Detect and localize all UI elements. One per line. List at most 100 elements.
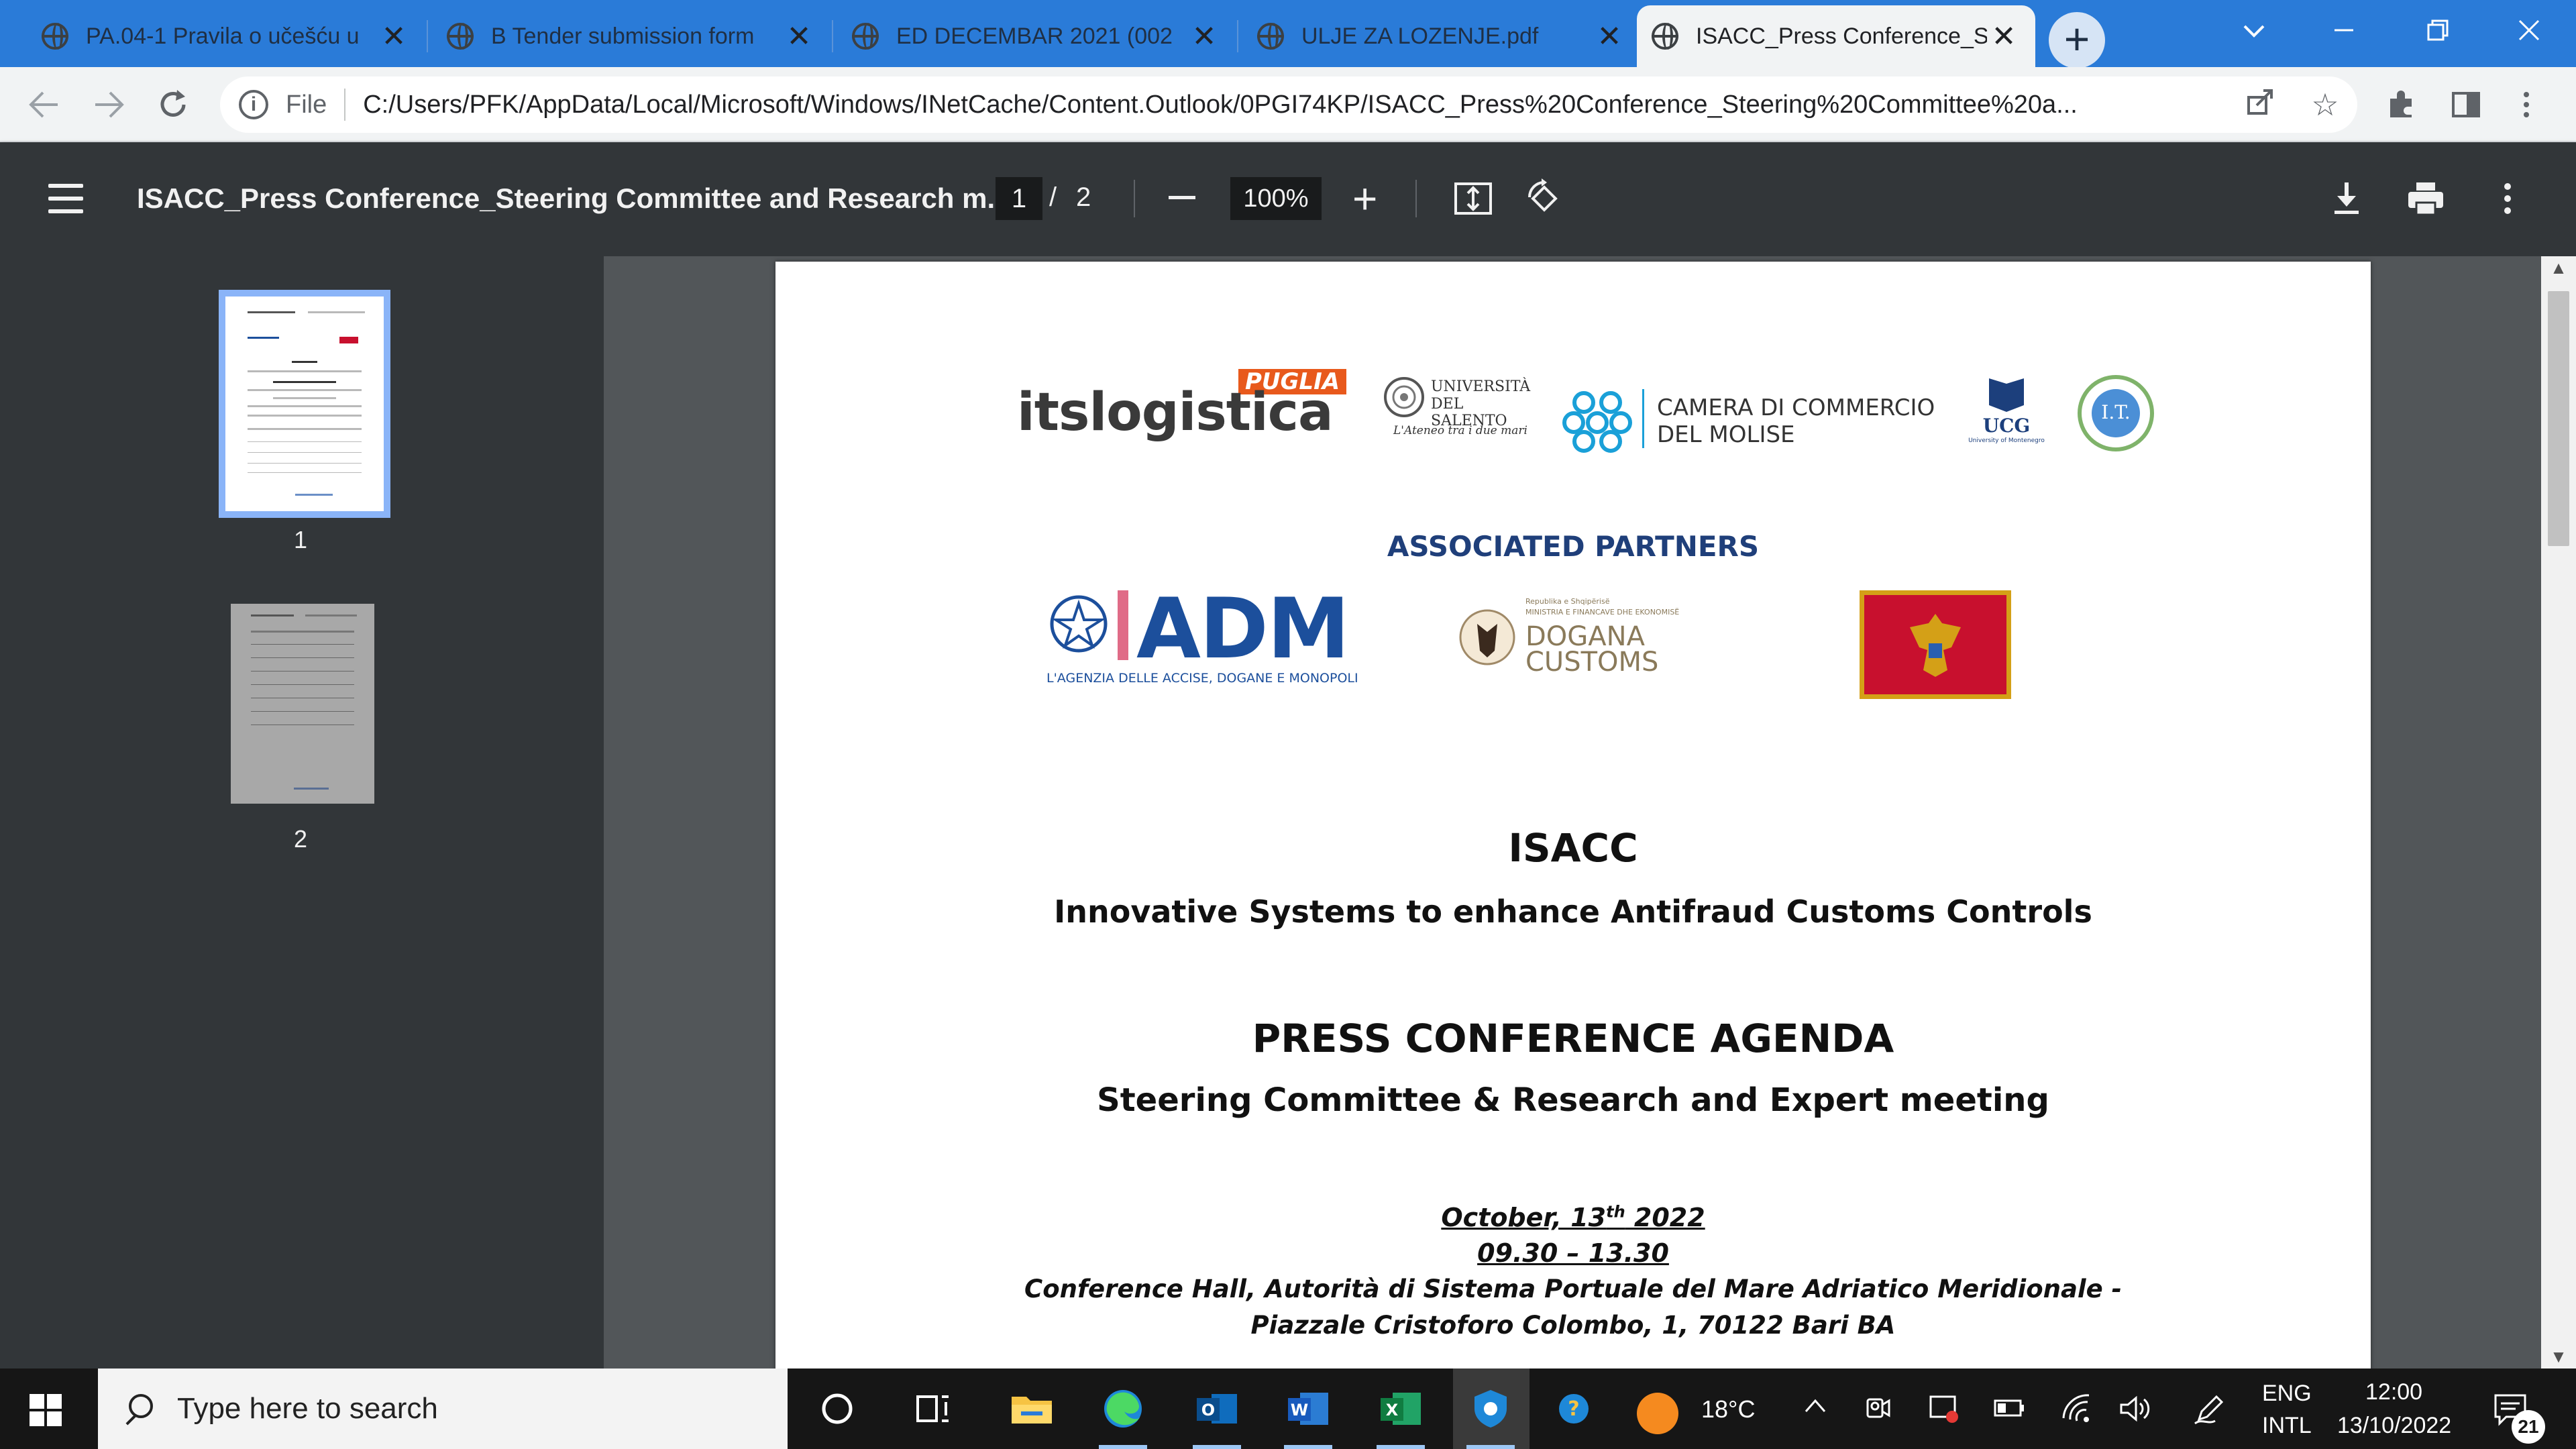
- url-text[interactable]: C:/Users/PFK/AppData/Local/Microsoft/Win…: [363, 91, 2229, 119]
- browser-tab-3[interactable]: ED DECEMBAR 2021 (002 ✕: [837, 5, 1236, 67]
- reload-icon[interactable]: [149, 80, 197, 129]
- edge-browser-icon[interactable]: [1099, 1385, 1147, 1433]
- browser-tab-4[interactable]: ULJE ZA LOZENJE.pdf ✕: [1242, 5, 1641, 67]
- university-seal-icon: [1384, 377, 1424, 417]
- browser-tab-1[interactable]: PA.04-1 Pravila o učešću u ✕: [27, 5, 425, 67]
- search-placeholder: Type here to search: [177, 1392, 438, 1425]
- bookmark-star-icon[interactable]: ☆: [2293, 87, 2357, 123]
- share-icon[interactable]: [2229, 85, 2293, 125]
- info-icon[interactable]: i: [239, 90, 268, 119]
- scrollbar-thumb[interactable]: [2548, 291, 2569, 546]
- close-tab-icon[interactable]: ✕: [782, 19, 816, 54]
- dogana-customs-logo: Republika e Shqipërisë MINISTRIA E FINAN…: [1457, 597, 1739, 684]
- windows-start-icon[interactable]: [30, 1394, 62, 1426]
- hamburger-menu-icon[interactable]: [48, 184, 83, 213]
- restore-icon[interactable]: [2398, 0, 2478, 60]
- clock-date[interactable]: 13/10/2022: [2337, 1413, 2451, 1439]
- file-explorer-icon[interactable]: [1008, 1385, 1056, 1433]
- security-shield-app-icon[interactable]: [1466, 1385, 1515, 1433]
- language-line1[interactable]: ENG: [2262, 1381, 2312, 1407]
- globe-icon: [447, 23, 474, 50]
- total-pages: 2: [1076, 182, 1091, 212]
- vertical-scrollbar[interactable]: ▲ ▼: [2541, 256, 2576, 1368]
- meet-now-icon[interactable]: [1862, 1391, 1894, 1430]
- camera-knot-icon: [1562, 391, 1632, 453]
- forward-arrow-icon[interactable]: [85, 80, 133, 129]
- tab-divider: [832, 20, 833, 52]
- extensions-puzzle-icon[interactable]: [2380, 83, 2423, 126]
- zoom-level-input[interactable]: 100%: [1230, 177, 1322, 220]
- more-options-icon[interactable]: [2486, 177, 2529, 220]
- speaker-volume-icon[interactable]: [2117, 1391, 2152, 1432]
- running-indicator: [1466, 1445, 1515, 1449]
- tab-search-icon[interactable]: [2214, 0, 2294, 60]
- running-indicator: [1099, 1445, 1147, 1449]
- svg-text:O: O: [1201, 1401, 1215, 1419]
- scroll-up-arrow-icon[interactable]: ▲: [2541, 258, 2576, 278]
- page-thumbnail-1[interactable]: [219, 290, 390, 518]
- page-thumbnail-2[interactable]: [231, 604, 374, 804]
- zoom-out-icon[interactable]: [1169, 196, 1195, 199]
- weather-sun-icon[interactable]: [1637, 1393, 1678, 1434]
- project-subtitle: Innovative Systems to enhance Antifraud …: [1054, 894, 2092, 930]
- fit-to-page-icon[interactable]: [1452, 177, 1495, 220]
- svg-text:X: X: [1386, 1401, 1399, 1419]
- divider: [1134, 180, 1135, 217]
- task-view-icon[interactable]: [908, 1385, 957, 1433]
- browser-toolbar: i File C:/Users/PFK/AppData/Local/Micros…: [0, 67, 2576, 142]
- tab-title: B Tender submission form: [491, 23, 755, 49]
- globe-icon: [1257, 23, 1284, 50]
- tab-title: ISACC_Press Conference_S: [1696, 23, 1987, 49]
- tab-divider: [1237, 20, 1238, 52]
- download-icon[interactable]: [2325, 177, 2368, 220]
- help-question-icon[interactable]: ?: [1550, 1385, 1598, 1433]
- word-icon[interactable]: W: [1284, 1385, 1332, 1433]
- language-line2[interactable]: INTL: [2262, 1413, 2312, 1439]
- side-panel-icon[interactable]: [2445, 83, 2487, 126]
- thumbnail-sidebar: 1 2: [0, 256, 604, 1368]
- camera-di-commercio-logo: CAMERA DI COMMERCIO DEL MOLISE: [1560, 382, 1936, 456]
- zoom-in-icon[interactable]: +: [1352, 174, 1377, 223]
- close-tab-icon[interactable]: ✕: [1187, 19, 1221, 54]
- outlook-icon[interactable]: O: [1193, 1385, 1241, 1433]
- venue-line1: Conference Hall, Autorità di Sistema Por…: [1024, 1275, 2122, 1303]
- pen-ink-workspace-icon[interactable]: [2192, 1391, 2227, 1432]
- wifi-icon[interactable]: [2059, 1391, 2094, 1432]
- date-text: October, 13th 2022: [1441, 1202, 1705, 1232]
- globe-icon: [1652, 23, 1678, 50]
- ucg-short: UCG: [1982, 415, 2031, 437]
- pdf-viewport[interactable]: PUGLIA itslogistica UNIVERSITÀ DEL SALEN…: [604, 256, 2541, 1368]
- rotate-icon[interactable]: [1523, 177, 1566, 220]
- pdf-document-title: ISACC_Press Conference_Steering Committe…: [137, 182, 1011, 214]
- back-arrow-icon[interactable]: [20, 80, 68, 129]
- cortana-circle-icon[interactable]: [813, 1385, 861, 1433]
- notification-count-badge: 21: [2512, 1410, 2545, 1444]
- scroll-down-arrow-icon[interactable]: ▼: [2541, 1346, 2576, 1367]
- weather-temperature[interactable]: 18°C: [1701, 1395, 1755, 1424]
- minimize-icon[interactable]: [2304, 0, 2384, 60]
- close-window-icon[interactable]: [2489, 0, 2569, 60]
- ucg-full: University of Montenegro: [1968, 437, 2045, 444]
- thumbnail-label-1: 1: [293, 526, 308, 553]
- clock-time[interactable]: 12:00: [2365, 1379, 2422, 1405]
- close-tab-icon[interactable]: ✕: [1593, 19, 1626, 54]
- browser-tab-5-active[interactable]: ISACC_Press Conference_S ✕: [1637, 5, 2035, 67]
- battery-icon[interactable]: [1992, 1393, 2027, 1428]
- tab-title: PA.04-1 Pravila o učešću u: [86, 23, 360, 49]
- taskbar-search-box[interactable]: Type here to search: [98, 1368, 788, 1449]
- print-icon[interactable]: [2404, 177, 2447, 220]
- current-page-input[interactable]: 1: [996, 177, 1042, 220]
- close-tab-icon[interactable]: ✕: [1987, 19, 2021, 54]
- browser-menu-kebab-icon[interactable]: [2505, 83, 2548, 126]
- browser-tab-2[interactable]: B Tender submission form ✕: [432, 5, 830, 67]
- screen-record-icon[interactable]: [1927, 1391, 1962, 1432]
- tray-chevron-up-icon[interactable]: [1801, 1391, 1830, 1427]
- date-year: 2022: [1625, 1202, 1705, 1232]
- address-bar[interactable]: i File C:/Users/PFK/AppData/Local/Micros…: [220, 76, 2357, 133]
- excel-icon[interactable]: X: [1377, 1385, 1425, 1433]
- windows-taskbar: Type here to search O W X ? 18°C ENG INT…: [0, 1368, 2576, 1449]
- camera-line2: DEL MOLISE: [1657, 421, 1795, 448]
- close-tab-icon[interactable]: ✕: [377, 19, 411, 54]
- url-scheme: File: [286, 90, 327, 119]
- new-tab-button[interactable]: +: [2049, 12, 2105, 68]
